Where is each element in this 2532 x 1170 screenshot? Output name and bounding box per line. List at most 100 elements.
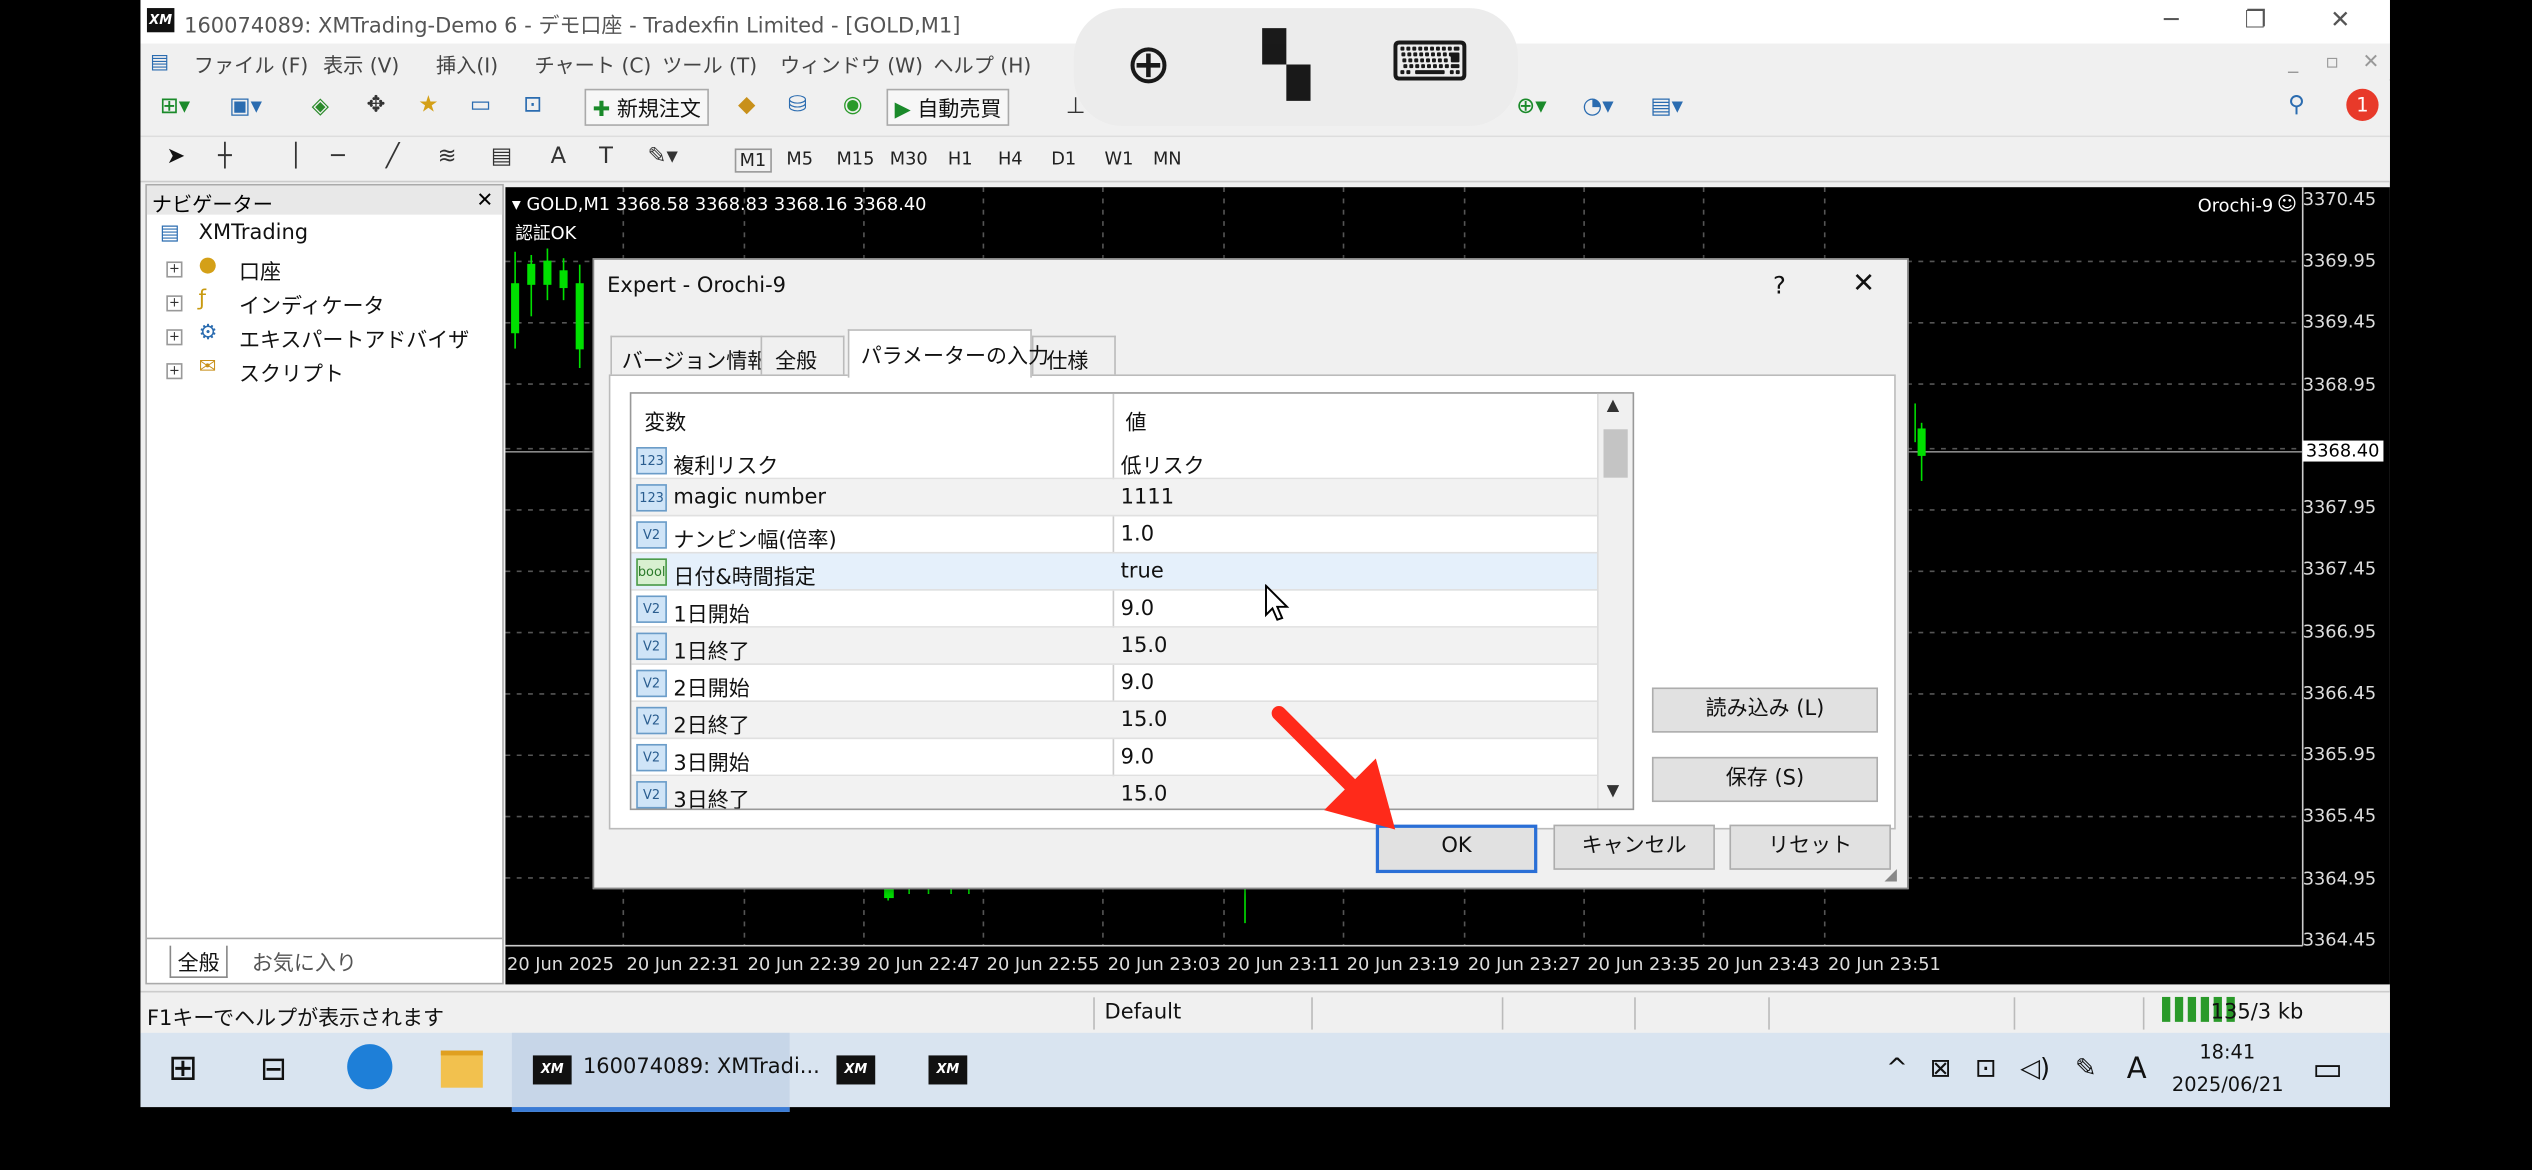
param-row[interactable]: V2 1日開始 9.0 xyxy=(631,591,1598,628)
nav-tab-general[interactable]: 全般 xyxy=(169,945,228,978)
tf-h1[interactable]: H1 xyxy=(948,148,973,169)
chart-menu-icon[interactable]: ▤ xyxy=(150,48,169,72)
profiles-icon[interactable]: ▣▾ xyxy=(229,94,262,120)
arrows-icon[interactable]: ✎▾ xyxy=(648,144,678,170)
file-explorer-icon[interactable] xyxy=(440,1050,483,1088)
tray-network-icon[interactable]: ⊡ xyxy=(1975,1052,1997,1083)
param-value[interactable]: true xyxy=(1121,560,1164,584)
dialog-help-button[interactable]: ? xyxy=(1773,271,1786,300)
expand-icon[interactable]: + xyxy=(166,261,183,278)
param-row[interactable]: V2 3日終了 15.0 xyxy=(631,776,1598,809)
param-value[interactable]: 15.0 xyxy=(1121,783,1168,807)
zoom-in-icon[interactable]: ⊕ xyxy=(1126,37,1172,92)
taskbar-active-app[interactable]: XM 160074089: XMTradi... xyxy=(511,1032,820,1112)
expand-icon[interactable]: + xyxy=(166,363,183,380)
vertical-line-icon[interactable]: │ xyxy=(289,144,303,170)
load-button[interactable]: 読み込み (L) xyxy=(1651,687,1879,733)
menu-file[interactable]: ファイル (F) xyxy=(194,48,309,79)
tf-w1[interactable]: W1 xyxy=(1105,148,1134,169)
expand-icon[interactable]: + xyxy=(166,329,183,346)
text-label-icon[interactable]: T xyxy=(599,144,613,170)
nav-item-accounts[interactable]: 口座 xyxy=(239,255,281,285)
task-view-icon[interactable]: ⊟ xyxy=(260,1049,287,1088)
tab-version-info[interactable]: バージョン情報 xyxy=(610,335,768,377)
expand-icon[interactable]: + xyxy=(166,295,183,312)
menu-insert[interactable]: 挿入(I) xyxy=(436,48,498,79)
param-value[interactable]: 低リスク xyxy=(1121,449,1205,479)
nav-tab-favorites[interactable]: お気に入り xyxy=(252,946,357,976)
menu-tools[interactable]: ツール (T) xyxy=(662,48,757,79)
navigator-close-icon[interactable]: ✕ xyxy=(476,187,493,211)
scrollbar-thumb[interactable] xyxy=(1603,429,1628,478)
windows-grid-icon[interactable]: ▚ xyxy=(1263,34,1310,95)
signals-icon[interactable]: ◉ xyxy=(843,92,863,118)
clock-time[interactable]: 18:41 xyxy=(2199,1041,2255,1064)
crosshair-icon[interactable]: ┼ xyxy=(218,144,232,170)
navigator-root[interactable]: XMTrading xyxy=(199,221,309,245)
tray-pen-icon[interactable]: ✎ xyxy=(2075,1052,2097,1083)
menu-chart[interactable]: チャート (C) xyxy=(534,48,651,79)
restore-icon[interactable]: ❐ xyxy=(2245,5,2267,34)
xm-app-icon[interactable]: XM xyxy=(836,1055,876,1085)
scroll-up-icon[interactable]: ▲ xyxy=(1607,397,1619,415)
data-window-icon[interactable]: ✥ xyxy=(367,92,386,118)
tab-general[interactable]: 全般 xyxy=(760,335,845,377)
mdi-minimize-icon[interactable]: _ xyxy=(2288,48,2298,72)
notifications-icon[interactable]: ▭ xyxy=(2312,1049,2343,1088)
trendline-icon[interactable]: ╱ xyxy=(386,144,400,170)
save-button[interactable]: 保存 (S) xyxy=(1651,756,1879,803)
param-row[interactable]: 123 複利リスク 低リスク xyxy=(631,442,1598,480)
tray-volume-icon[interactable]: ◁) xyxy=(2020,1052,2050,1083)
param-value[interactable]: 9.0 xyxy=(1121,671,1154,695)
tf-m30[interactable]: M30 xyxy=(890,148,928,169)
tf-m15[interactable]: M15 xyxy=(836,148,874,169)
edge-browser-icon[interactable] xyxy=(347,1044,393,1090)
new-chart-icon[interactable]: ⊞▾ xyxy=(160,94,190,120)
keyboard-icon[interactable]: ⌨ xyxy=(1390,36,1469,91)
navigator-icon[interactable]: ★ xyxy=(418,92,438,118)
dialog-close-icon[interactable]: ✕ xyxy=(1852,268,1875,300)
strategy-tester-icon[interactable]: ⊡ xyxy=(523,92,542,118)
clock-date[interactable]: 2025/06/21 xyxy=(2172,1073,2284,1096)
param-row[interactable]: V2 3日開始 9.0 xyxy=(631,739,1598,777)
tf-m1[interactable]: M1 xyxy=(734,148,772,173)
reset-button[interactable]: リセット xyxy=(1729,824,1891,870)
search-icon[interactable]: ⚲ xyxy=(2288,92,2305,118)
scroll-down-icon[interactable]: ▼ xyxy=(1607,783,1619,801)
tf-m5[interactable]: M5 xyxy=(786,148,813,169)
param-row[interactable]: bool 日付&時間指定 true xyxy=(631,553,1598,591)
fibonacci-icon[interactable]: ≋ xyxy=(438,144,457,170)
tf-h4[interactable]: H4 xyxy=(998,148,1023,169)
windows-start-icon[interactable]: ⊞ xyxy=(168,1049,198,1089)
meta-editor-icon[interactable]: ◆ xyxy=(738,92,755,118)
terminal-icon[interactable]: ▭ xyxy=(470,92,491,118)
param-value[interactable]: 9.0 xyxy=(1121,746,1154,770)
vertical-scrollbar[interactable]: ▲ ▼ xyxy=(1597,393,1633,809)
tf-d1[interactable]: D1 xyxy=(1051,148,1076,169)
tf-mn[interactable]: MN xyxy=(1153,148,1182,169)
menu-view[interactable]: 表示 (V) xyxy=(323,48,399,79)
cursor-icon[interactable]: ➤ xyxy=(166,144,185,170)
text-icon[interactable]: A xyxy=(551,144,566,170)
param-row[interactable]: V2 ナンピン幅(倍率) 1.0 xyxy=(631,516,1598,554)
xm-app-icon[interactable]: XM xyxy=(928,1055,968,1085)
channel-icon[interactable]: ▤ xyxy=(491,144,512,170)
nav-item-experts[interactable]: エキスパートアドバイザ xyxy=(239,323,469,353)
param-value[interactable]: 15.0 xyxy=(1121,708,1168,732)
menu-window[interactable]: ウィンドウ (W) xyxy=(780,48,923,79)
mdi-restore-icon[interactable]: ▫ xyxy=(2325,48,2339,72)
mdi-close-icon[interactable]: ✕ xyxy=(2362,48,2379,72)
param-row[interactable]: 123 magic number 1111 xyxy=(631,479,1598,517)
minimize-icon[interactable]: ─ xyxy=(2164,5,2179,34)
cancel-button[interactable]: キャンセル xyxy=(1553,824,1715,870)
param-value[interactable]: 1.0 xyxy=(1121,523,1154,547)
auto-trading-button[interactable]: ▶ 自動売買 xyxy=(886,88,1010,126)
tab-parameters[interactable]: パラメーターの入力 xyxy=(847,329,1049,378)
menu-help[interactable]: ヘルプ (H) xyxy=(933,48,1031,79)
param-value[interactable]: 9.0 xyxy=(1121,597,1154,621)
tray-chevron-icon[interactable]: ^ xyxy=(1886,1052,1908,1083)
param-row[interactable]: V2 2日開始 9.0 xyxy=(631,665,1598,702)
tray-security-icon[interactable]: ⊠ xyxy=(1930,1052,1952,1083)
resize-grip-icon[interactable]: ◢ xyxy=(1884,867,1896,885)
horizontal-line-icon[interactable]: ─ xyxy=(331,144,345,170)
